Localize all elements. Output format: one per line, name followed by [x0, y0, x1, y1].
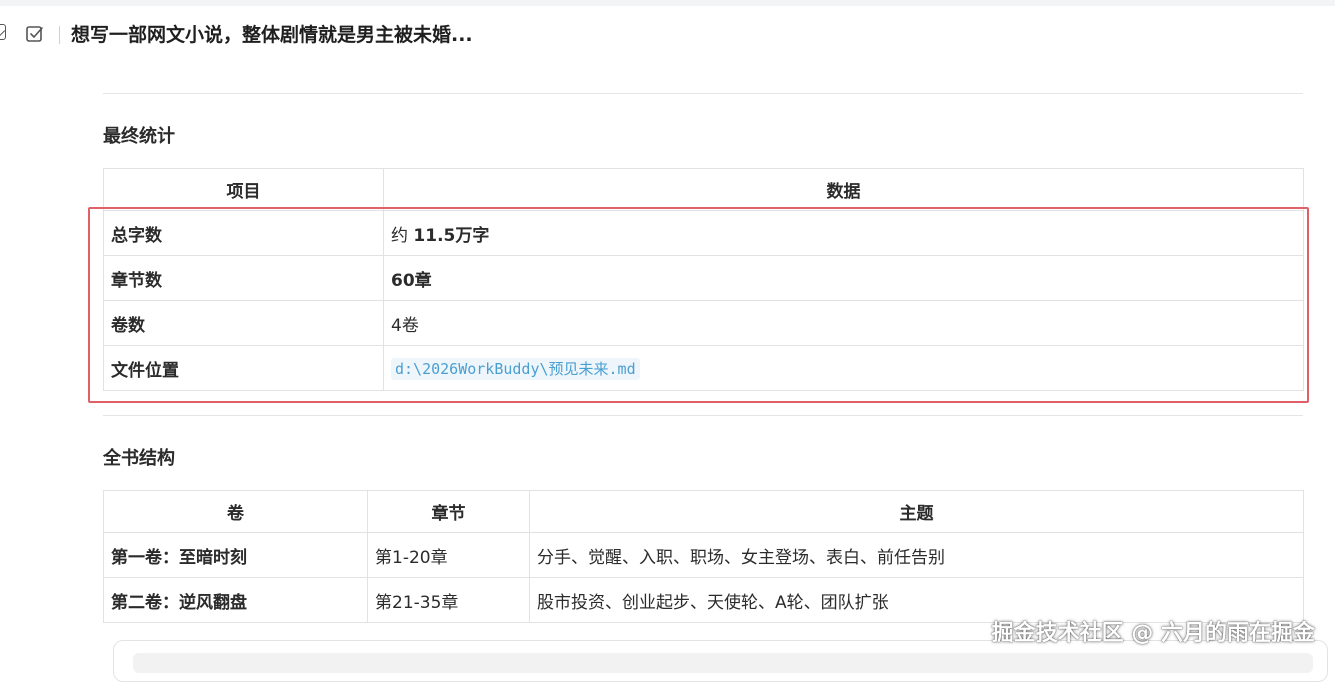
value-strong: 11.5万字: [413, 225, 490, 246]
table-row: 文件位置 d:\2026WorkBuddy\预见未来.md: [103, 345, 1304, 391]
stats-table: 项目 数据 总字数 约 11.5万字 章节数 60章 卷数 4卷 文件位置 d:…: [103, 168, 1304, 391]
conversation-title[interactable]: 想写一部网文小说，整体剧情就是男主被未婚...: [71, 20, 473, 47]
stats-col-item: 项目: [103, 168, 384, 211]
value-prefix: 约: [391, 225, 414, 246]
chapters-cell: 第1-20章: [367, 532, 530, 578]
conversation-header: 想写一部网文小说，整体剧情就是男主被未婚...: [0, 6, 1335, 62]
volume-cell: 第二卷：逆风翻盘: [103, 577, 368, 623]
structure-table: 卷 章节 主题 第一卷：至暗时刻 第1-20章 分手、觉醒、入职、职场、女主登场…: [103, 490, 1304, 623]
structure-section-title: 全书结构: [103, 448, 175, 469]
file-path-code[interactable]: d:\2026WorkBuddy\预见未来.md: [391, 357, 640, 380]
stats-value: 60章: [383, 255, 1304, 301]
structure-header-row: 卷 章节 主题: [103, 490, 1304, 533]
structure-col-volume: 卷: [103, 490, 368, 533]
table-row: 第一卷：至暗时刻 第1-20章 分手、觉醒、入职、职场、女主登场、表白、前任告别: [103, 532, 1304, 578]
stats-key: 文件位置: [103, 345, 384, 391]
table-row: 章节数 60章: [103, 255, 1304, 301]
header-divider: [59, 26, 60, 44]
input-card-inner[interactable]: [133, 653, 1313, 673]
volume-cell: 第一卷：至暗时刻: [103, 532, 368, 578]
structure-col-theme: 主题: [529, 490, 1304, 533]
stats-key: 总字数: [103, 210, 384, 256]
stats-value: 4卷: [383, 300, 1304, 346]
value-strong: 60章: [391, 270, 432, 291]
stats-value: 约 11.5万字: [383, 210, 1304, 256]
table-row: 卷数 4卷: [103, 300, 1304, 346]
theme-cell: 分手、觉醒、入职、职场、女主登场、表白、前任告别: [529, 532, 1304, 578]
stats-key: 卷数: [103, 300, 384, 346]
stats-col-data: 数据: [383, 168, 1304, 211]
checkbox-edit-icon[interactable]: [25, 24, 45, 44]
stats-key: 章节数: [103, 255, 384, 301]
table-row: 总字数 约 11.5万字: [103, 210, 1304, 256]
stats-section-title: 最终统计: [103, 126, 175, 147]
divider-top: [103, 93, 1303, 94]
stats-value: d:\2026WorkBuddy\预见未来.md: [383, 345, 1304, 391]
collapse-icon[interactable]: [0, 24, 6, 40]
structure-col-chapters: 章节: [367, 490, 530, 533]
chapters-cell: 第21-35章: [367, 577, 530, 623]
divider-middle: [103, 415, 1303, 416]
stats-header-row: 项目 数据: [103, 168, 1304, 211]
watermark: 掘金技术社区 @ 六月的雨在掘金: [991, 621, 1315, 646]
